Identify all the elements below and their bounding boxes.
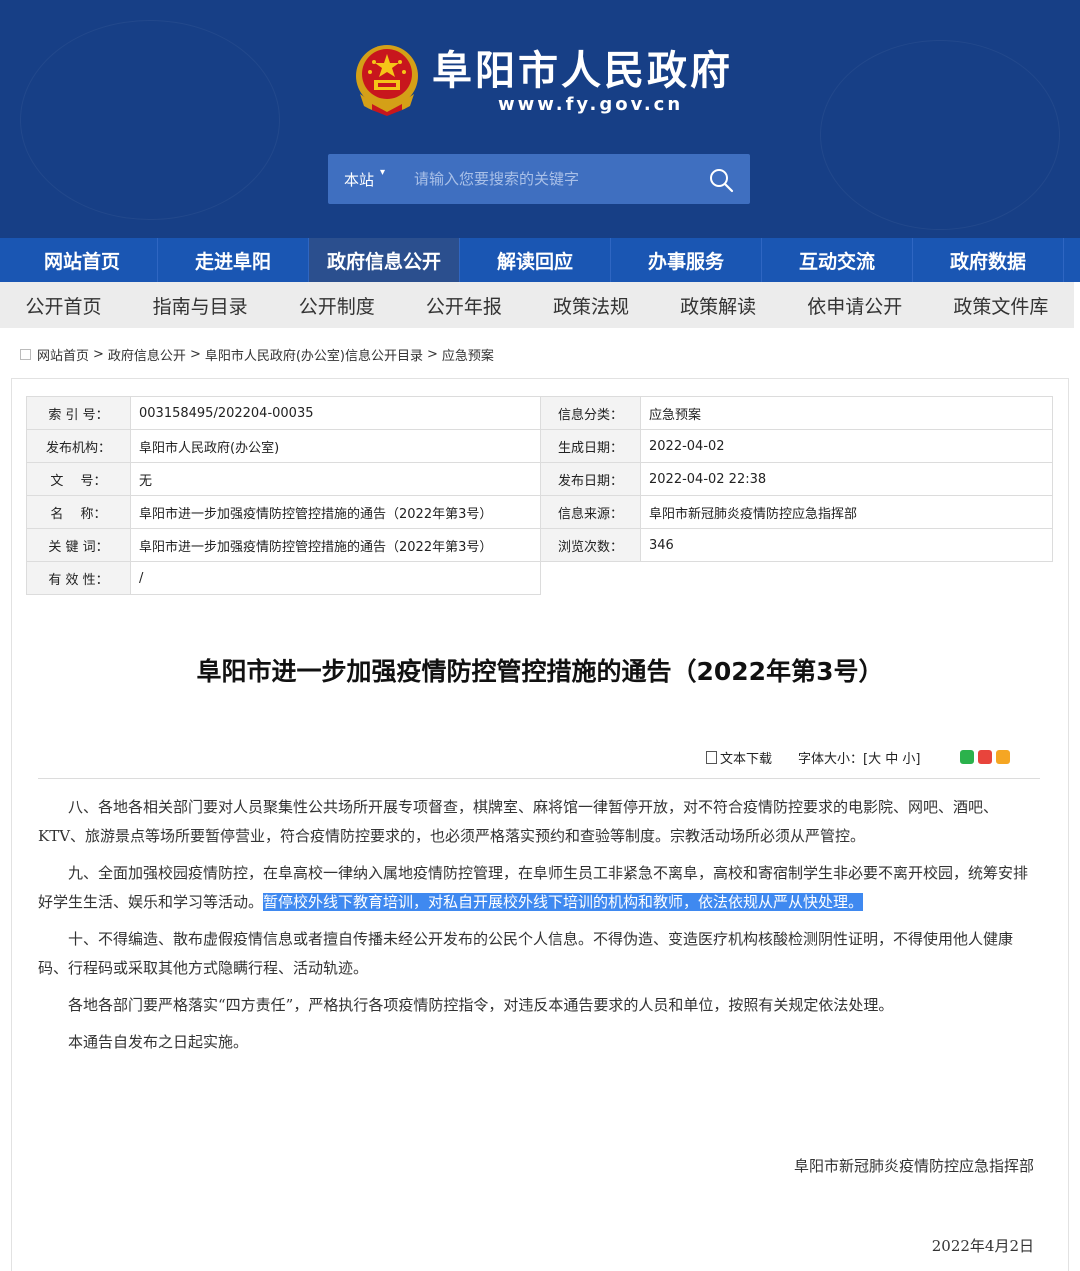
subnav-item-guide-catalog[interactable]: 指南与目录	[153, 292, 248, 319]
share-buttons	[960, 750, 1010, 764]
breadcrumb-link-home[interactable]: 网站首页	[37, 345, 89, 364]
meta-value-keywords: 阜阳市进一步加强疫情防控管控措施的通告（2022年第3号）	[130, 528, 541, 562]
nav-item-interaction[interactable]: 互动交流	[762, 238, 913, 282]
search-icon[interactable]	[708, 167, 734, 193]
main-nav: 网站首页 走进阜阳 政府信息公开 解读回应 办事服务 互动交流 政府数据	[0, 238, 1080, 282]
site-url: www.fy.gov.cn	[498, 94, 684, 115]
subnav-item-policies-regulations[interactable]: 政策法规	[553, 292, 629, 319]
subnav-item-policy-library[interactable]: 政策文件库	[953, 292, 1048, 319]
subnav-item-disclosure-home[interactable]: 公开首页	[26, 292, 102, 319]
subnav-item-disclosure-system[interactable]: 公开制度	[299, 292, 375, 319]
meta-value-name: 阜阳市进一步加强疫情防控管控措施的通告（2022年第3号）	[130, 495, 541, 529]
meta-label-created: 生成日期：	[540, 429, 641, 463]
meta-label-name: 名 称：	[26, 495, 131, 529]
subnav-item-apply-disclosure[interactable]: 依申请公开	[807, 292, 902, 319]
meta-value-docno: 无	[130, 462, 541, 496]
download-link[interactable]: 文本下载	[720, 748, 772, 767]
meta-value-index: 003158495/202204-00035	[130, 396, 541, 430]
meta-label-docno: 文 号：	[26, 462, 131, 496]
meta-value-publisher: 阜阳市人民政府(办公室)	[130, 429, 541, 463]
search-scope-select[interactable]: 本站	[344, 169, 374, 190]
document-body: 八、各地各相关部门要对人员聚集性公共场所开展专项督查，棋牌室、麻将馆一律暂停开放…	[38, 793, 1040, 1065]
breadcrumb-link-disclosure[interactable]: 政府信息公开	[108, 345, 186, 364]
nav-item-services[interactable]: 办事服务	[611, 238, 762, 282]
paragraph-9: 九、全面加强校园疫情防控，在阜高校一律纳入属地疫情防控管理，在阜师生员工非紧急不…	[38, 859, 1040, 917]
nav-item-home[interactable]: 网站首页	[7, 238, 158, 282]
header-decoration	[820, 40, 1060, 230]
paragraph-12: 本通告自发布之日起实施。	[68, 1033, 249, 1051]
nav-item-gov-data[interactable]: 政府数据	[913, 238, 1064, 282]
divider	[38, 778, 1040, 779]
breadcrumb-separator: >	[93, 347, 104, 362]
subnav-item-policy-interpretation[interactable]: 政策解读	[680, 292, 756, 319]
paragraph-10: 十、不得编造、散布虚假疫情信息或者擅自传播未经公开发布的公民个人信息。不得伪造、…	[38, 930, 1014, 977]
subnav-item-annual-report[interactable]: 公开年报	[426, 292, 502, 319]
meta-value-published: 2022-04-02 22:38	[640, 462, 1053, 496]
meta-label-index: 索 引 号：	[26, 396, 131, 430]
meta-label-published: 发布日期：	[540, 462, 641, 496]
issue-date: 2022年4月2日	[931, 1237, 1034, 1255]
weibo-share-icon[interactable]	[978, 750, 992, 764]
national-emblem-icon	[356, 45, 418, 116]
issuer-signature: 阜阳市新冠肺炎疫情防控应急指挥部	[793, 1157, 1034, 1175]
meta-value-validity: /	[130, 561, 541, 595]
document-download-icon[interactable]	[706, 751, 717, 764]
meta-label-validity: 有 效 性：	[26, 561, 131, 595]
location-icon	[20, 349, 31, 360]
document-meta-table: 索 引 号： 003158495/202204-00035 信息分类： 应急预案…	[26, 396, 1053, 595]
meta-value-created: 2022-04-02	[640, 429, 1053, 463]
nav-item-about-fuyang[interactable]: 走进阜阳	[158, 238, 309, 282]
selected-text[interactable]: 暂停校外线下教育培训，对私自开展校外线下培训的机构和教师，依法依规从严从快处理。	[263, 893, 864, 911]
meta-value-source: 阜阳市新冠肺炎疫情防控应急指挥部	[640, 495, 1053, 529]
paragraph-11: 各地各部门要严格落实“四方责任”，严格执行各项疫情防控指令，对违反本通告要求的人…	[68, 996, 894, 1014]
nav-item-gov-info-disclosure[interactable]: 政府信息公开	[309, 238, 460, 282]
site-header: 阜阳市人民政府 www.fy.gov.cn 本站 ▾	[0, 0, 1080, 238]
meta-label-views: 浏览次数：	[540, 528, 641, 562]
breadcrumb-link-emergency-plans[interactable]: 应急预案	[442, 345, 494, 364]
breadcrumb-separator: >	[427, 347, 438, 362]
search-bar: 本站 ▾	[328, 154, 750, 204]
site-title: 阜阳市人民政府	[432, 48, 733, 94]
font-size-label: 字体大小：	[798, 752, 864, 767]
meta-label-source: 信息来源：	[540, 495, 641, 529]
breadcrumb-link-catalog[interactable]: 阜阳市人民政府(办公室)信息公开目录	[205, 345, 423, 364]
header-decoration	[20, 20, 280, 220]
document-tools: 文本下载 字体大小： [大 中 小]	[706, 748, 920, 767]
wechat-share-icon[interactable]	[960, 750, 974, 764]
breadcrumb: 网站首页 > 政府信息公开 > 阜阳市人民政府(办公室)信息公开目录 > 应急预…	[20, 345, 494, 364]
paragraph-8: 八、各地各相关部门要对人员聚集性公共场所开展专项督查，棋牌室、麻将馆一律暂停开放…	[38, 798, 999, 845]
nav-item-interpretation[interactable]: 解读回应	[460, 238, 611, 282]
breadcrumb-separator: >	[189, 347, 201, 362]
meta-label-keywords: 关 键 词：	[26, 528, 131, 562]
meta-value-views: 346	[640, 528, 1053, 562]
meta-label-category: 信息分类：	[540, 396, 641, 430]
search-input[interactable]	[414, 162, 684, 196]
document-title: 阜阳市进一步加强疫情防控管控措施的通告（2022年第3号）	[196, 657, 884, 686]
qzone-share-icon[interactable]	[996, 750, 1010, 764]
font-size-options[interactable]: [大 中 小]	[863, 748, 920, 767]
meta-value-category: 应急预案	[640, 396, 1053, 430]
sub-nav: 公开首页 指南与目录 公开制度 公开年报 政策法规 政策解读 依申请公开 政策文…	[0, 282, 1074, 328]
meta-label-publisher: 发布机构：	[26, 429, 131, 463]
caret-down-icon[interactable]: ▾	[380, 167, 385, 178]
